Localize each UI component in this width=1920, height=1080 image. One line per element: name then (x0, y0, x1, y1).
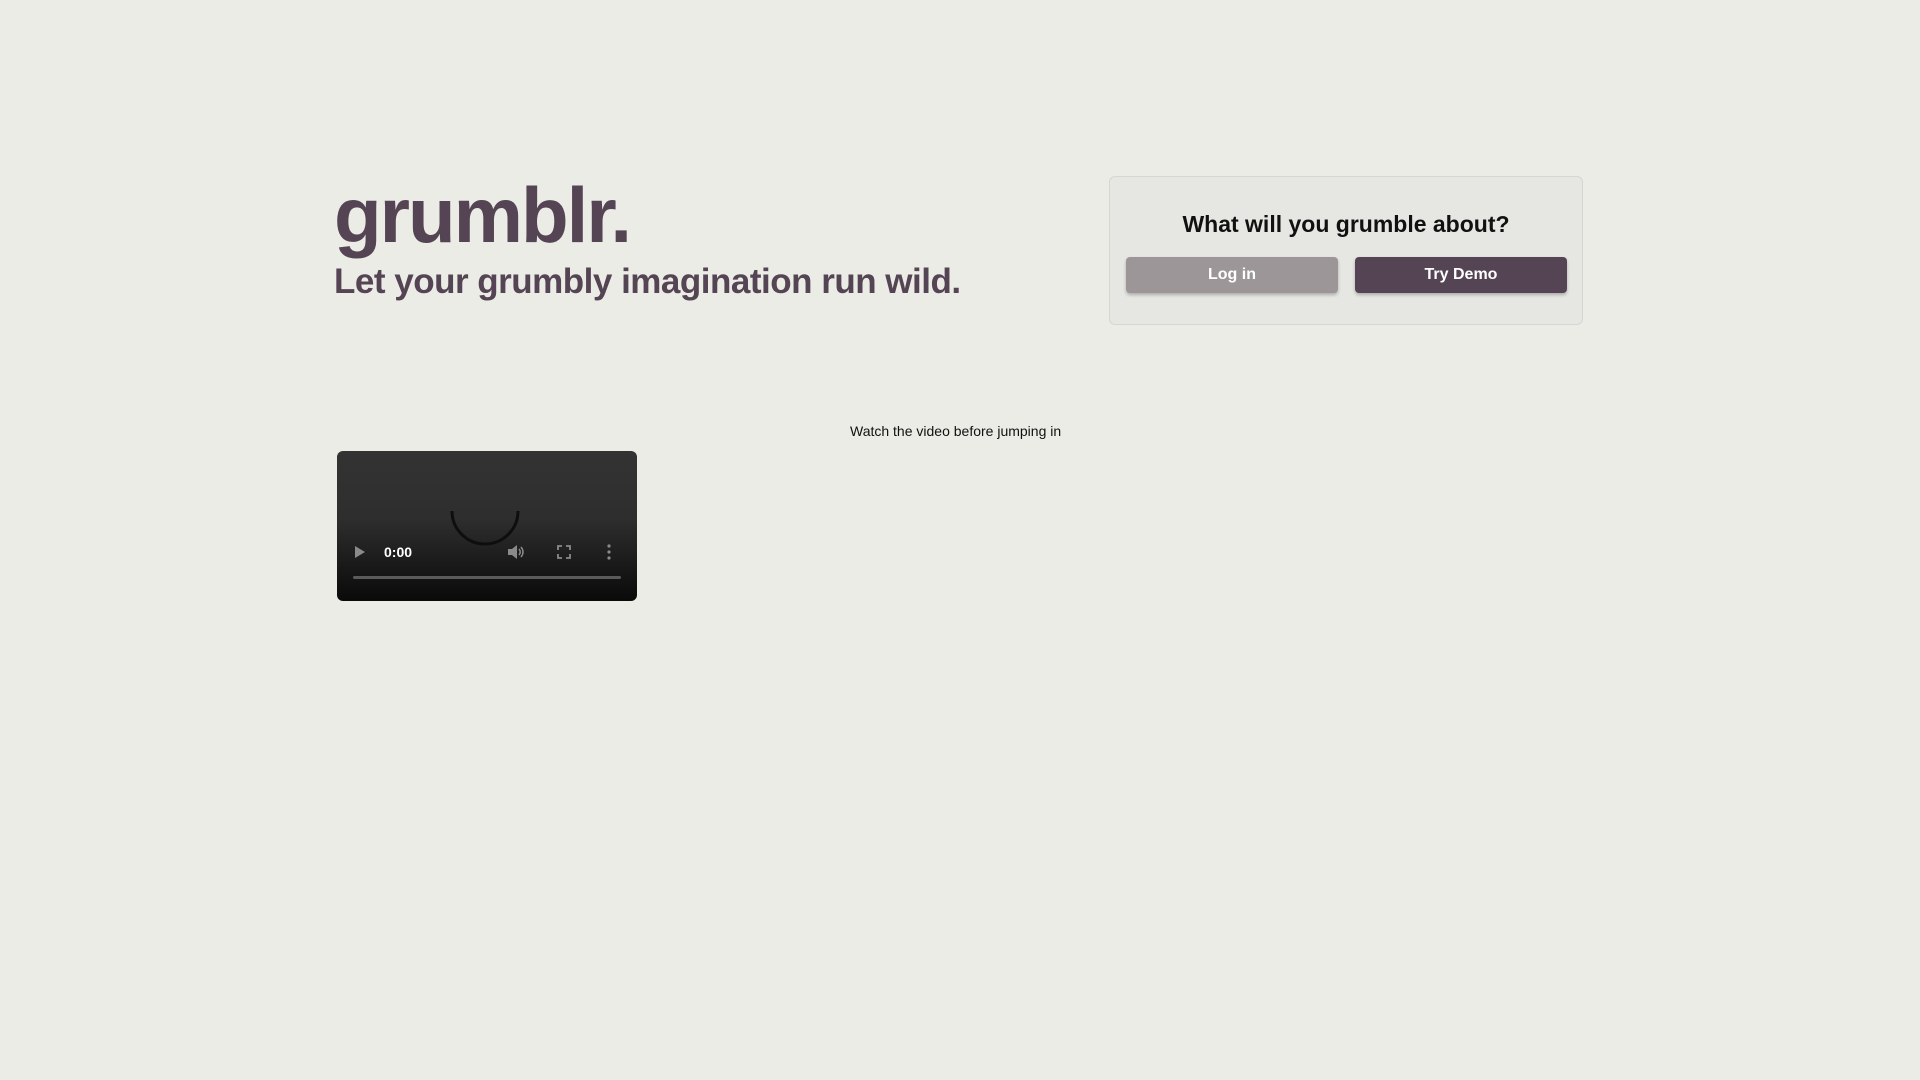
auth-title: What will you grumble about? (1182, 211, 1510, 237)
more-options-button[interactable] (604, 542, 614, 562)
time-display: 0:00 (384, 544, 413, 560)
auth-card: What will you grumble about? Log in Try … (1109, 176, 1583, 325)
brand-section: grumblr. Let your grumbly imagination ru… (334, 170, 1094, 304)
tagline: Let your grumbly imagination run wild. (334, 262, 961, 301)
loading-spinner-icon (450, 510, 520, 546)
play-icon (355, 546, 365, 558)
login-button[interactable]: Log in (1126, 257, 1338, 293)
video-progress-bar[interactable] (353, 576, 621, 579)
logo: grumblr. (334, 171, 632, 259)
landing-page: grumblr. Let your grumbly imagination ru… (0, 0, 1920, 1080)
fullscreen-icon (557, 545, 571, 559)
mute-button[interactable] (507, 542, 525, 562)
video-caption: Watch the video before jumping in (850, 423, 1062, 439)
video-controls: 0:00 (337, 542, 637, 562)
try-demo-button[interactable]: Try Demo (1355, 257, 1567, 293)
fullscreen-button[interactable] (556, 542, 572, 562)
play-button[interactable] (353, 542, 367, 562)
video-player[interactable]: 0:00 (337, 451, 637, 601)
more-vert-icon (607, 544, 611, 560)
volume-icon (508, 545, 524, 559)
